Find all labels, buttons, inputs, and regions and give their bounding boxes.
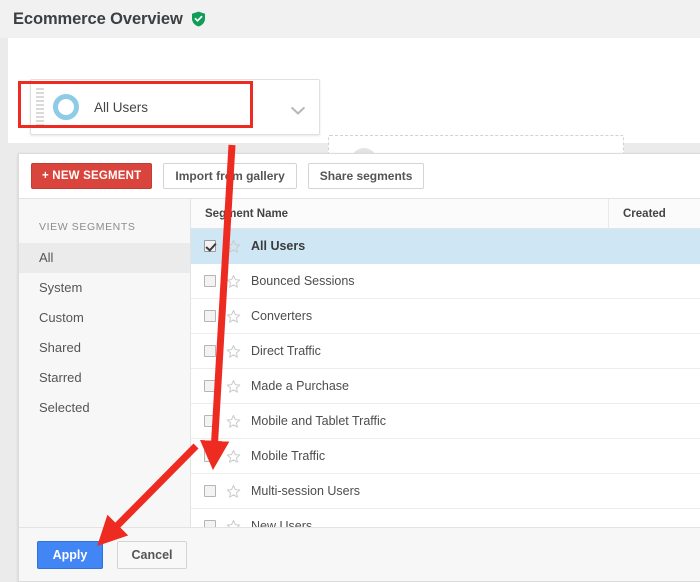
picker-toolbar: + NEW SEGMENT Import from gallery Share … — [19, 154, 700, 198]
share-segments-button[interactable]: Share segments — [307, 163, 425, 189]
chevron-down-icon[interactable] — [291, 103, 305, 115]
row-checkbox[interactable] — [204, 415, 216, 427]
table-row[interactable]: All Users — [191, 229, 700, 264]
row-checkbox[interactable] — [204, 275, 216, 287]
star-icon[interactable] — [226, 379, 241, 394]
sidebar-item-shared[interactable]: Shared — [19, 333, 190, 363]
row-checkbox[interactable] — [204, 240, 216, 252]
segment-name-label: Multi-session Users — [251, 484, 361, 498]
segment-name-label: Made a Purchase — [251, 379, 349, 393]
row-checkbox[interactable] — [204, 345, 216, 357]
import-from-gallery-button[interactable]: Import from gallery — [163, 163, 297, 189]
star-icon[interactable] — [226, 309, 241, 324]
verified-shield-icon — [191, 11, 206, 27]
donut-icon — [53, 94, 79, 120]
row-checkbox[interactable] — [204, 380, 216, 392]
table-row[interactable]: Multi-session Users — [191, 474, 700, 509]
star-icon[interactable] — [226, 449, 241, 464]
table-row[interactable]: Mobile and Tablet Traffic — [191, 404, 700, 439]
table-header-row: Segment Name Created — [191, 199, 700, 229]
segment-name-label: Bounced Sessions — [251, 274, 355, 288]
view-segments-sidebar: VIEW SEGMENTS All System Custom Shared S… — [19, 199, 191, 530]
screenshot-root: Ecommerce Overview All Users Choose segm… — [0, 0, 700, 582]
star-icon[interactable] — [226, 344, 241, 359]
sidebar-item-starred[interactable]: Starred — [19, 363, 190, 393]
sidebar-item-system[interactable]: System — [19, 273, 190, 303]
sidebar-item-all[interactable]: All — [19, 243, 190, 273]
segments-table: Segment Name Created All Users Bounced S — [191, 199, 700, 530]
page-title: Ecommerce Overview — [13, 9, 183, 28]
star-icon[interactable] — [226, 239, 241, 254]
segment-name-label: Mobile Traffic — [251, 449, 326, 463]
segment-picker-dialog: + NEW SEGMENT Import from gallery Share … — [18, 153, 700, 582]
new-segment-button[interactable]: + NEW SEGMENT — [31, 163, 153, 189]
segment-pill-label: All Users — [94, 99, 149, 115]
sidebar-item-custom[interactable]: Custom — [19, 303, 190, 333]
sidebar-item-selected[interactable]: Selected — [19, 393, 190, 423]
report-header: Ecommerce Overview — [0, 0, 700, 38]
row-checkbox[interactable] — [204, 310, 216, 322]
star-icon[interactable] — [226, 274, 241, 289]
star-icon[interactable] — [226, 414, 241, 429]
table-row[interactable]: Made a Purchase — [191, 369, 700, 404]
picker-body: VIEW SEGMENTS All System Custom Shared S… — [19, 198, 700, 530]
segment-name-label: Direct Traffic — [251, 344, 321, 358]
table-row[interactable]: Mobile Traffic — [191, 439, 700, 474]
table-row[interactable]: Converters — [191, 299, 700, 334]
sidebar-header: VIEW SEGMENTS — [39, 221, 136, 233]
picker-footer: Apply Cancel — [19, 527, 700, 581]
column-header-created[interactable]: Created — [609, 199, 666, 229]
segment-bar: All Users Choose segment from list — [8, 38, 700, 187]
row-checkbox[interactable] — [204, 485, 216, 497]
column-header-segment-name[interactable]: Segment Name — [191, 199, 609, 229]
table-row[interactable]: Direct Traffic — [191, 334, 700, 369]
segment-name-label: All Users — [251, 239, 306, 253]
apply-button[interactable]: Apply — [37, 540, 103, 569]
segment-name-label: Mobile and Tablet Traffic — [251, 414, 387, 428]
row-checkbox[interactable] — [204, 450, 216, 462]
segment-name-label: Converters — [251, 309, 313, 323]
segment-pill-all-users[interactable]: All Users — [30, 79, 320, 135]
table-row[interactable]: Bounced Sessions — [191, 264, 700, 299]
star-icon[interactable] — [226, 484, 241, 499]
cancel-button[interactable]: Cancel — [117, 540, 187, 569]
drag-handle-icon[interactable] — [36, 88, 44, 128]
